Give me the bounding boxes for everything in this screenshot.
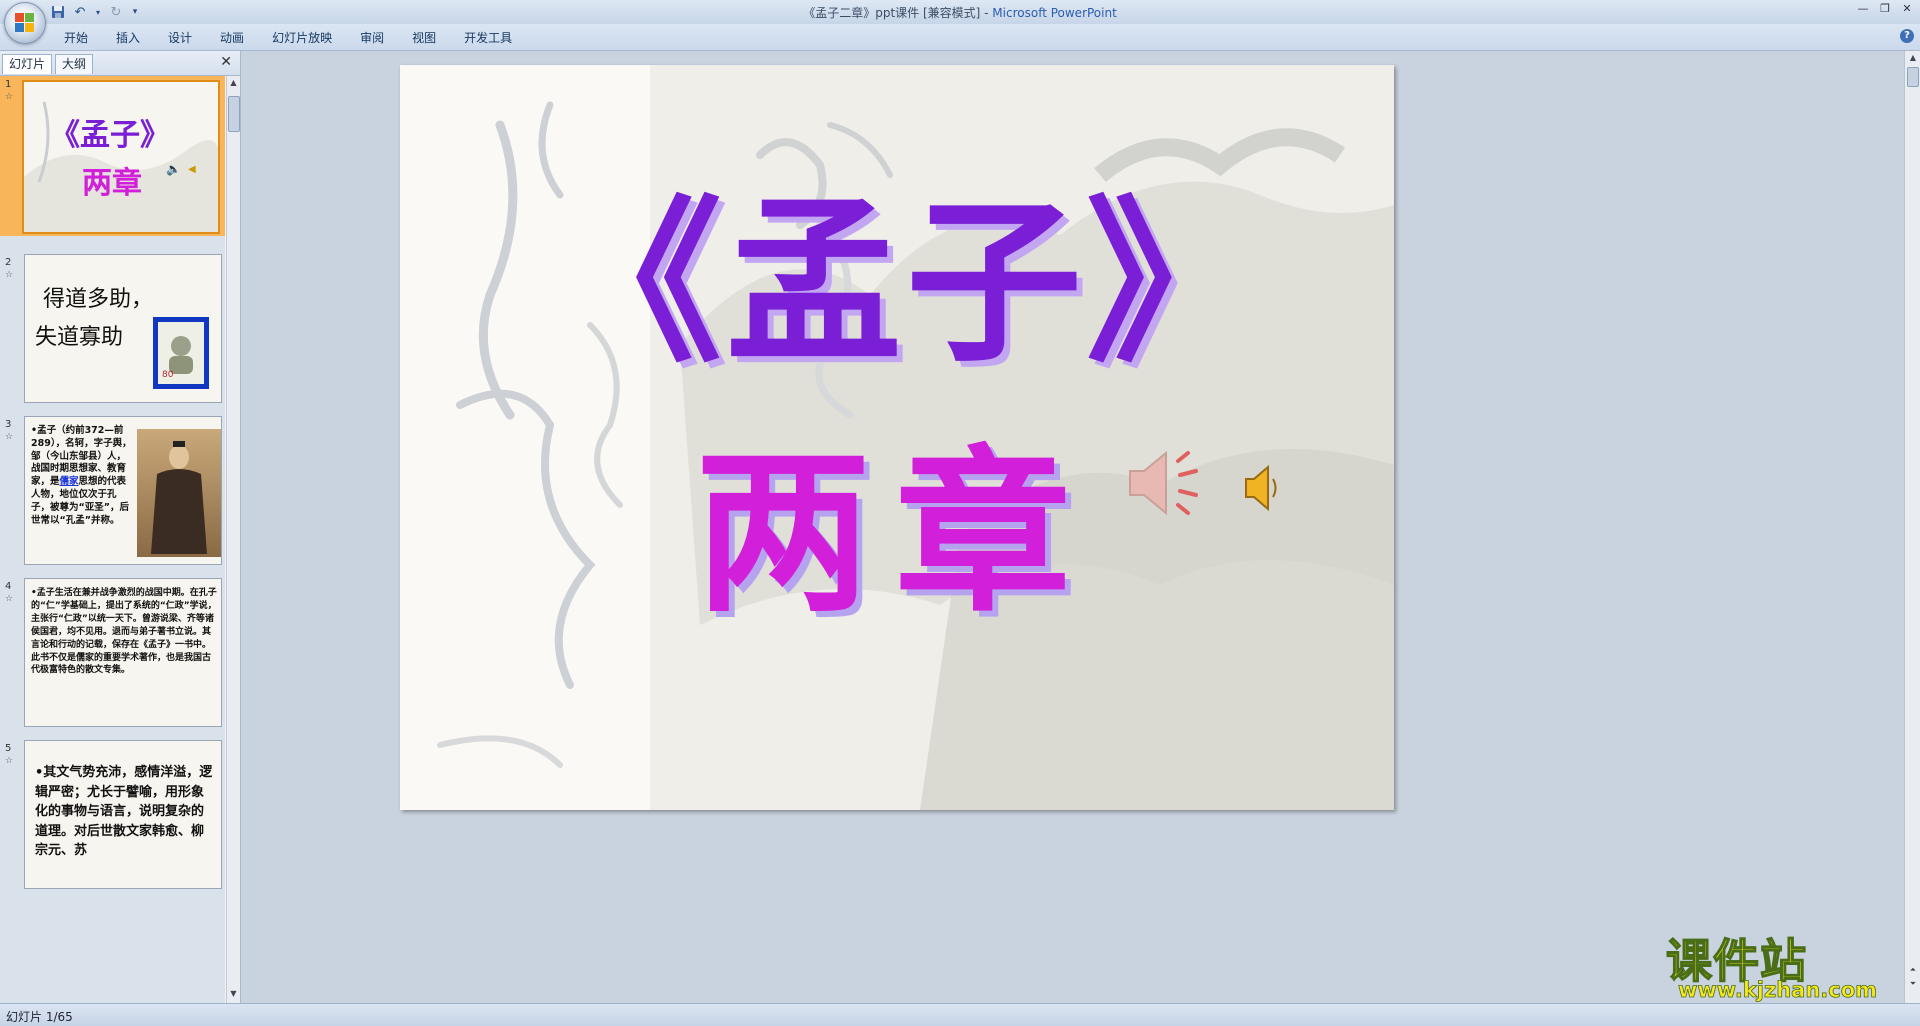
stamp-value: 80 — [162, 370, 174, 380]
scroll-thumb[interactable] — [1907, 67, 1919, 87]
animation-star-icon: ☆ — [5, 92, 14, 102]
scroll-thumb[interactable] — [228, 96, 240, 132]
sound-icon: ◀ — [188, 164, 196, 175]
document-title: 《孟子二章》ppt课件 [兼容模式] — [803, 6, 981, 20]
thumbnail-background — [24, 82, 218, 232]
thumbnail-body-text: •孟子（约前372—前289），名轲，字子舆，邹（今山东邹县）人，战国时期思想家… — [31, 425, 132, 526]
title-bar: ↶ ▾ ↻ ▾ 《孟子二章》ppt课件 [兼容模式] - Microsoft P… — [0, 0, 1920, 24]
previous-slide-icon[interactable]: ⏶ — [1905, 965, 1920, 977]
close-icon[interactable]: ✕ — [1900, 2, 1914, 15]
thumbnail-title: 得道多助， — [43, 287, 154, 312]
mencius-portrait — [137, 429, 221, 557]
site-watermark: 课件站 www.kjzhan.com — [1665, 925, 1906, 1005]
scroll-up-icon[interactable]: ▲ — [1905, 53, 1920, 65]
stamp-image: 80 — [153, 317, 209, 389]
help-icon[interactable]: ? — [1900, 29, 1914, 43]
slide-thumbnail-4[interactable]: 4 ☆ •孟子生活在兼并战争激烈的战国中期。在孔子的“仁”学基础上，提出了系统的… — [0, 578, 225, 730]
close-pane-icon[interactable]: ✕ — [220, 54, 232, 70]
slide-title[interactable]: 《孟子》 — [546, 183, 1266, 383]
scroll-up-icon[interactable]: ▲ — [227, 78, 240, 90]
current-slide[interactable]: 《孟子》 两章 — [400, 65, 1394, 810]
confucianism-link[interactable]: 儒家 — [60, 476, 79, 487]
slide-number: 5 — [5, 743, 12, 754]
slide-thumbnail-1[interactable]: 1 ☆ 《孟子》 两章 🔈 ◀ — [0, 76, 225, 236]
slides-pane: 幻灯片 大纲 ✕ 1 ☆ 《孟子》 两章 🔈 ◀ 2 ☆ 得道多助， 失道寡助 … — [0, 51, 241, 1003]
app-name: Microsoft PowerPoint — [992, 6, 1117, 20]
office-button[interactable] — [4, 2, 46, 44]
slide-thumbnail-3[interactable]: 3 ☆ •孟子（约前372—前289），名轲，字子舆，邹（今山东邹县）人，战国时… — [0, 416, 225, 568]
sound-icon[interactable] — [1244, 463, 1284, 513]
thumbnail-body-text: •其文气势充沛，感情洋溢，逻辑严密；尤长于譬喻，用形象化的事物与语言，说明复杂的… — [35, 765, 213, 858]
ribbon-tabs: 开始 插入 设计 动画 幻灯片放映 审阅 视图 开发工具 — [50, 30, 526, 48]
restore-icon[interactable]: ❐ — [1878, 2, 1892, 15]
status-bar: 幻灯片 1/65 — [0, 1003, 1920, 1026]
watermark-url: www.kjzhan.com — [1678, 978, 1878, 1003]
thumbnail-subtitle: 两章 — [82, 166, 142, 201]
tab-slideshow[interactable]: 幻灯片放映 — [258, 30, 346, 48]
slide-subtitle[interactable]: 两章 — [695, 433, 1095, 633]
animation-star-icon: ☆ — [5, 756, 14, 766]
slide-thumbnail-2[interactable]: 2 ☆ 得道多助， 失道寡助 80 — [0, 254, 225, 406]
slide-number: 2 — [5, 257, 12, 268]
slide-thumbnail-5[interactable]: 5 ☆ •其文气势充沛，感情洋溢，逻辑严密；尤长于譬喻，用形象化的事物与语言，说… — [0, 740, 225, 892]
animation-star-icon: ☆ — [5, 432, 14, 442]
tab-slides[interactable]: 幻灯片 — [2, 54, 53, 74]
thumbnail-body-text: •孟子生活在兼并战争激烈的战国中期。在孔子的“仁”学基础上，提出了系统的“仁政”… — [31, 588, 217, 676]
thumbnail-title: 《孟子》 — [50, 118, 170, 153]
slide-indicator: 幻灯片 1/65 — [6, 1010, 73, 1024]
tab-animations[interactable]: 动画 — [206, 30, 258, 48]
thumbnail-subtitle: 失道寡助 — [35, 325, 124, 350]
thumbnail-scrollbar[interactable]: ▲ ▼ — [226, 76, 240, 1003]
tab-design[interactable]: 设计 — [154, 30, 206, 48]
window-controls: — ❐ ✕ — [1856, 2, 1914, 15]
slide-number: 3 — [5, 419, 12, 430]
pane-tabs: 幻灯片 大纲 ✕ — [0, 51, 240, 76]
animation-star-icon: ☆ — [5, 594, 14, 604]
tab-review[interactable]: 审阅 — [346, 30, 398, 48]
speaker-icon[interactable] — [1126, 447, 1202, 519]
animation-star-icon: ☆ — [5, 270, 14, 280]
minimize-icon[interactable]: — — [1856, 2, 1870, 15]
ribbon-tab-bar: 开始 插入 设计 动画 幻灯片放映 审阅 视图 开发工具 ? — [0, 24, 1920, 51]
slide-thumbnail-list: 1 ☆ 《孟子》 两章 🔈 ◀ 2 ☆ 得道多助， 失道寡助 80 3 ☆ •孟… — [0, 76, 225, 1003]
slide-editor: 《孟子》 两章 — [241, 51, 1903, 1003]
tab-view[interactable]: 视图 — [398, 30, 450, 48]
slide-number: 1 — [5, 79, 12, 90]
tab-home[interactable]: 开始 — [50, 30, 102, 48]
tab-insert[interactable]: 插入 — [102, 30, 154, 48]
next-slide-icon[interactable]: ⏷ — [1905, 979, 1920, 991]
tab-outline[interactable]: 大纲 — [55, 54, 94, 74]
office-logo-icon — [15, 13, 35, 33]
speaker-icon: 🔈 — [166, 162, 181, 176]
tab-developer[interactable]: 开发工具 — [450, 30, 526, 48]
scroll-down-icon[interactable]: ▼ — [227, 989, 240, 1001]
window-title: 《孟子二章》ppt课件 [兼容模式] - Microsoft PowerPoin… — [803, 6, 1117, 20]
slide-number: 4 — [5, 581, 12, 592]
editor-scrollbar[interactable]: ▲ ⏶ ⏷ — [1904, 51, 1920, 1003]
